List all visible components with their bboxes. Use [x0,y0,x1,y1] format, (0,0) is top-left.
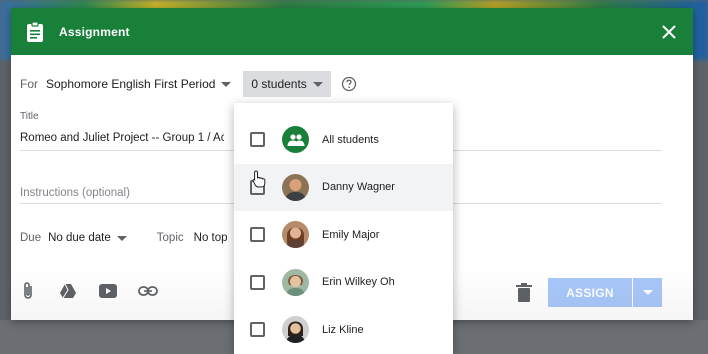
student-menu: All students Danny Wagner Emily Major Er… [234,103,453,354]
avatar [282,268,309,296]
student-item[interactable]: Danny Wagner [234,163,453,211]
assign-dropdown-button[interactable] [633,278,662,307]
attachment-toolbar [18,281,178,301]
drive-icon[interactable] [58,281,78,301]
avatar [282,316,309,344]
class-select[interactable]: Sophomore English First Period [46,77,232,91]
chevron-down-icon [116,235,127,241]
chevron-down-icon [312,81,323,87]
assignment-icon [27,20,43,42]
students-select[interactable]: 0 students [243,71,331,97]
student-name: Emily Major [322,228,380,241]
checkbox[interactable] [250,274,265,290]
student-item[interactable]: Emily Major [234,211,453,259]
trash-icon[interactable] [515,283,533,303]
for-label: For [20,77,38,91]
youtube-icon[interactable] [98,281,118,301]
topic-label: Topic [156,232,184,244]
chevron-down-icon [642,290,653,295]
student-item[interactable]: Liz Kline [234,306,453,354]
chevron-down-icon [221,81,232,87]
checkbox[interactable] [250,227,265,243]
student-name: All students [322,133,379,146]
close-icon [662,24,676,39]
link-icon[interactable] [138,281,158,301]
class-name: Sophomore English First Period [46,77,216,91]
checkbox[interactable] [250,322,265,338]
avatar [282,221,309,249]
avatar [282,173,309,201]
students-label: 0 students [251,77,307,91]
due-row: Due No due date Topic No top [20,232,228,244]
close-button[interactable] [657,20,681,44]
help-icon[interactable] [341,76,357,92]
title-label: Title [20,111,39,122]
title-input[interactable]: Romeo and Juliet Project -- Group 1 / Ac… [20,132,224,144]
student-item[interactable]: Erin Wilkey Oh [234,259,453,307]
group-icon [282,126,309,154]
assign-button[interactable]: ASSIGN [548,278,632,307]
due-label: Due [20,232,42,244]
hand-cursor-icon [252,170,266,188]
paperclip-icon[interactable] [18,281,38,301]
instructions-input[interactable]: Instructions (optional) [20,187,130,199]
checkbox[interactable] [250,132,265,148]
due-select[interactable]: No due date [48,232,111,244]
student-item-all[interactable]: All students [234,116,453,164]
student-name: Liz Kline [322,323,364,336]
topic-select[interactable]: No top [194,232,228,244]
for-row: For Sophomore English First Period 0 stu… [20,70,357,98]
dialog-header: Assignment [11,8,693,55]
student-name: Erin Wilkey Oh [322,276,395,289]
dialog-title: Assignment [59,24,130,39]
student-name: Danny Wagner [322,181,395,194]
